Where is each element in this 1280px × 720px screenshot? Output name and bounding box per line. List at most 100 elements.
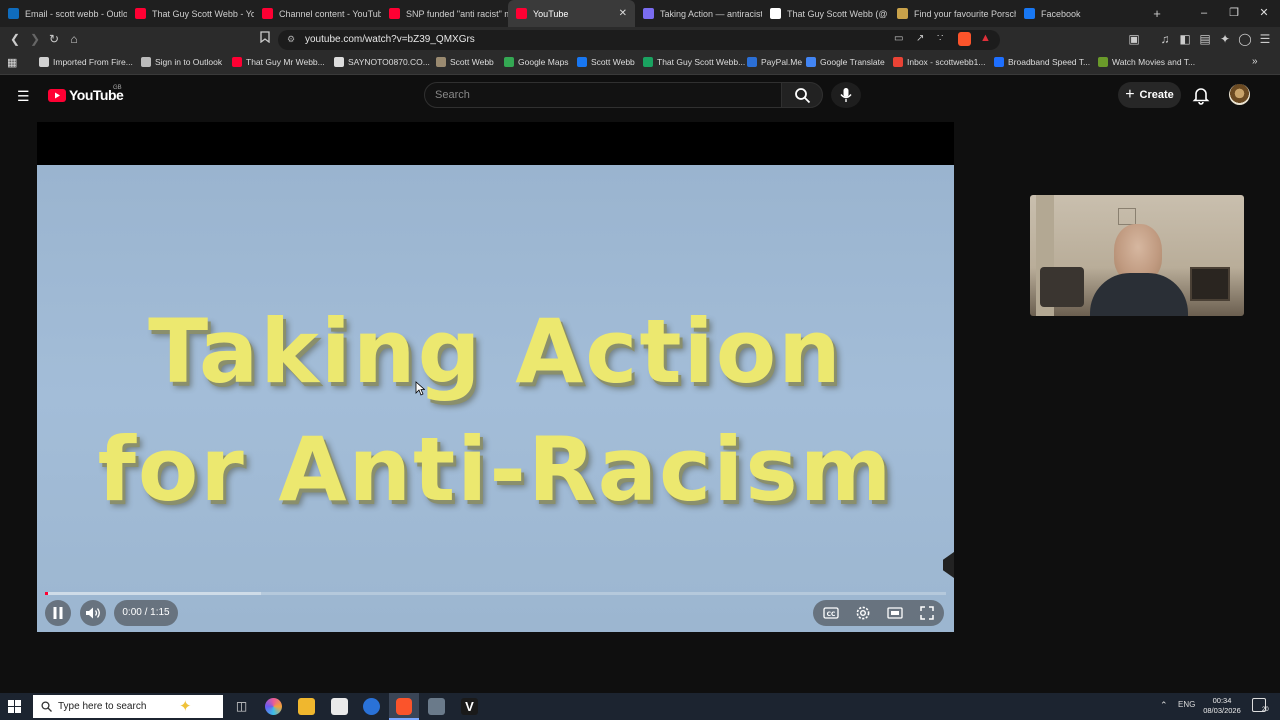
screenshot-icon[interactable]: ▣ (1126, 31, 1142, 47)
share-icon[interactable]: ↗ (916, 33, 924, 44)
apps-grid-icon[interactable]: ▦ (7, 56, 17, 69)
sidebar-icon[interactable]: ◧ (1177, 31, 1193, 47)
bookmark-item[interactable]: Broadband Speed T... (994, 57, 1090, 67)
language-indicator[interactable]: ENG (1178, 700, 1195, 709)
bookmark-item[interactable]: Watch Movies and T... (1098, 57, 1195, 67)
task-view-icon[interactable]: ◫ (233, 698, 250, 715)
leo-ai-icon[interactable]: ✦ (1217, 31, 1233, 47)
right-controls: CC (813, 600, 944, 626)
browser-tab[interactable]: That Guy Scott Webb - Yo (127, 0, 254, 27)
minimize-icon[interactable]: – (1188, 0, 1220, 27)
file-explorer-icon[interactable] (298, 698, 315, 715)
theater-mode-icon[interactable] (887, 605, 903, 621)
person-body (1090, 273, 1188, 316)
cast-icon[interactable]: ▭ (894, 33, 903, 44)
mute-button[interactable] (80, 600, 106, 626)
movies-icon (1098, 57, 1108, 67)
video-title-line-1: Taking Action (148, 300, 843, 403)
clock-date: 08/03/2026 (1203, 706, 1241, 715)
browser-tab[interactable]: Channel content - YouTub (254, 0, 381, 27)
maximize-icon[interactable]: ❐ (1218, 0, 1250, 27)
folder-icon (39, 57, 49, 67)
guide-menu-icon[interactable]: ☰ (17, 88, 30, 105)
menu-icon[interactable]: ☰ (1257, 31, 1273, 47)
tab-label: That Guy Scott Webb - Yo (152, 8, 254, 19)
bookmark-page-icon[interactable] (257, 31, 273, 47)
brave-rewards-icon[interactable]: ▲ (980, 32, 991, 44)
browser-tab[interactable]: That Guy Scott Webb (@ (762, 0, 889, 27)
forward-icon[interactable]: ❯ (27, 31, 43, 47)
facebook-icon (577, 57, 587, 67)
video-player[interactable]: Taking Action for Anti-Racism 0:00 / 1:1… (37, 122, 954, 632)
tab-label: Facebook (1041, 8, 1081, 19)
search-icon (41, 701, 52, 712)
buffer-bar (45, 592, 261, 595)
search-button[interactable] (781, 82, 823, 108)
bookmark-item[interactable]: Google Maps (504, 57, 569, 67)
create-button[interactable]: + Create (1118, 82, 1181, 108)
home-icon[interactable]: ⌂ (66, 31, 82, 47)
pause-icon (53, 607, 63, 619)
generic-icon (643, 57, 653, 67)
vegas-app-icon[interactable]: V (461, 698, 478, 715)
close-window-icon[interactable]: ✕ (1248, 0, 1280, 27)
windows-start-icon[interactable] (8, 700, 21, 713)
taskbar-clock[interactable]: 00:34 08/03/2026 (1198, 696, 1246, 716)
bookmark-label: Google Translate (820, 57, 885, 67)
bookmark-label: Broadband Speed T... (1008, 57, 1091, 67)
reload-icon[interactable]: ↻ (46, 31, 62, 47)
bookmark-item[interactable]: Scott Webb (436, 57, 494, 67)
notification-count: 20 (1262, 707, 1269, 713)
site-settings-icon[interactable]: ⚙ (287, 34, 295, 45)
media-icon[interactable]: ♫ (1157, 31, 1173, 47)
browser-tab[interactable]: Email - scott webb - Outlo (0, 0, 127, 27)
more-bookmarks-icon[interactable]: » (1252, 56, 1258, 67)
tray-chevron-icon[interactable]: ⌃ (1160, 700, 1168, 711)
bookmark-item[interactable]: Imported From Fire... (39, 57, 133, 67)
browser-tab[interactable]: YouTube ✕ (508, 0, 635, 27)
vpn-icon[interactable]: ◯ (1237, 31, 1253, 47)
notifications-button[interactable] (1190, 84, 1212, 106)
close-tab-icon[interactable]: ✕ (619, 8, 627, 19)
video-frame[interactable]: Taking Action for Anti-Racism (37, 165, 954, 632)
media-player-icon[interactable] (428, 698, 445, 715)
tab-label: That Guy Scott Webb (@ (787, 8, 888, 19)
bookmark-label: That Guy Mr Webb... (246, 57, 325, 67)
avatar-icon (436, 57, 446, 67)
browser-tab[interactable]: Facebook (1016, 0, 1143, 27)
taskbar-search-input[interactable]: Type here to search ✦ (33, 695, 223, 718)
settings-app-icon[interactable] (363, 698, 380, 715)
browser-tab-strip: Email - scott webb - Outlo That Guy Scott… (0, 0, 1280, 27)
bookmarks-bar: ▦ Imported From Fire... Sign in to Outloo… (0, 52, 1280, 75)
browser-tab[interactable]: SNP funded "anti racist" m (381, 0, 508, 27)
browser-tab[interactable]: Taking Action — antiracist (635, 0, 762, 27)
mouse-cursor-icon (415, 381, 425, 396)
back-icon[interactable]: ❮ (7, 31, 23, 47)
bookmark-item[interactable]: Inbox - scottwebb1... (893, 57, 985, 67)
youtube-logo-icon[interactable] (48, 89, 66, 102)
search-input[interactable]: Search (424, 82, 782, 108)
bookmark-item[interactable]: Sign in to Outlook (141, 57, 222, 67)
account-avatar[interactable] (1229, 84, 1250, 105)
bookmark-item[interactable]: That Guy Mr Webb... (232, 57, 325, 67)
new-tab-button[interactable]: + (1143, 6, 1171, 21)
voice-search-button[interactable] (831, 82, 861, 108)
bookmark-item[interactable]: Scott Webb (577, 57, 635, 67)
microsoft-store-icon[interactable] (331, 698, 348, 715)
rss-icon[interactable]: ∵ (937, 33, 943, 44)
brave-shields-icon[interactable] (958, 32, 971, 46)
bookmark-item[interactable]: PayPal.Me (747, 57, 802, 67)
settings-gear-icon[interactable] (855, 605, 871, 621)
captions-icon[interactable]: CC (823, 605, 839, 621)
brave-taskbar-button[interactable] (389, 693, 419, 720)
pause-button[interactable] (45, 600, 71, 626)
background-fireplace (1190, 267, 1230, 301)
fullscreen-icon[interactable] (919, 605, 935, 621)
browser-tab[interactable]: Find your favourite Porsch (889, 0, 1016, 27)
bookmark-item[interactable]: That Guy Scott Webb... (643, 57, 745, 67)
copilot-icon[interactable] (265, 698, 282, 715)
wallet-icon[interactable]: ▤ (1197, 31, 1213, 47)
bookmark-item[interactable]: SAYNOTO0870.CO... (334, 57, 430, 67)
address-bar[interactable]: ⚙ youtube.com/watch?v=bZ39_QMXGrs ▭ ↗ ∵ … (278, 30, 1000, 50)
bookmark-item[interactable]: Google Translate (806, 57, 885, 67)
